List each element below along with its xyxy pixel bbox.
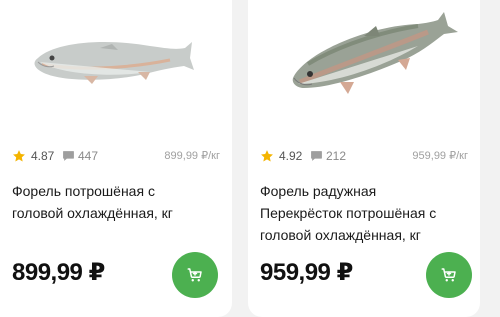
rating-value: 4.92: [279, 149, 303, 163]
cart-icon: [441, 268, 456, 282]
trout-fish-image[interactable]: [0, 12, 232, 132]
product-card[interactable]: 4.87 447 899,99 ₽/кг Форель потрошёная с…: [0, 0, 232, 317]
product-grid: 4.87 447 899,99 ₽/кг Форель потрошёная с…: [0, 0, 500, 317]
product-price: 899,99 ₽: [12, 259, 105, 286]
comment-icon: [62, 150, 75, 162]
add-to-cart-button[interactable]: [172, 252, 218, 298]
star-icon: [12, 149, 26, 163]
reviews-count[interactable]: 447: [78, 149, 98, 163]
product-meta: 4.87 447 899,99 ₽/кг: [12, 148, 220, 166]
title-line: головой охлаждённая, кг: [260, 227, 421, 243]
product-card[interactable]: 4.92 212 959,99 ₽/кг Форель радужная Пер…: [248, 0, 480, 317]
rating-value: 4.87: [31, 149, 55, 163]
product-price: 959,99 ₽: [260, 259, 353, 286]
product-title[interactable]: Форель радужная Перекрёсток потрошёная с…: [260, 180, 468, 246]
next-card-edge: [488, 0, 500, 317]
reviews-count[interactable]: 212: [326, 149, 346, 163]
comment-icon: [310, 150, 323, 162]
product-meta: 4.92 212 959,99 ₽/кг: [260, 148, 468, 166]
title-line: Перекрёсток потрошёная с: [260, 205, 437, 221]
unit-price: 899,99 ₽/кг: [164, 150, 220, 162]
add-to-cart-button[interactable]: [426, 252, 472, 298]
title-line: Форель радужная: [260, 183, 377, 199]
unit-price: 959,99 ₽/кг: [412, 150, 468, 162]
title-line: Форель потрошёная с: [12, 183, 155, 199]
rainbow-trout-fish-image[interactable]: [248, 4, 480, 124]
star-icon: [260, 149, 274, 163]
title-line: головой охлаждённая, кг: [12, 205, 173, 221]
product-title[interactable]: Форель потрошёная с головой охлаждённая,…: [12, 180, 220, 224]
cart-icon: [187, 268, 202, 282]
